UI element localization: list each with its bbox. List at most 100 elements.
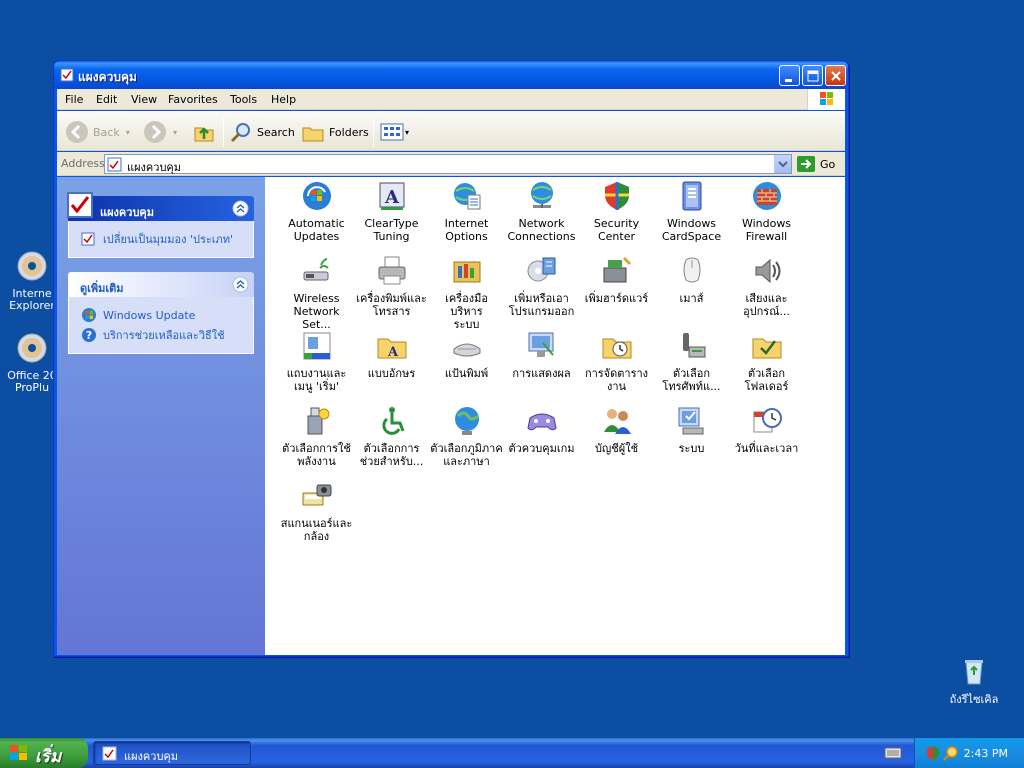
link-label: Windows Update xyxy=(103,308,196,322)
item-label-line2: โทรสาร xyxy=(372,305,411,318)
toolbar-separator xyxy=(223,117,224,147)
start-button[interactable]: เริ่ม xyxy=(0,738,88,768)
desktop-icon-recycle-bin[interactable]: ถังรีไซเคิล xyxy=(934,656,1014,706)
address-value: แผงควบคุม xyxy=(127,161,182,174)
close-button[interactable] xyxy=(825,65,846,86)
title-bar[interactable]: แผงควบคุม xyxy=(54,61,848,89)
control-panel-item-power[interactable]: ตัวเลือกการใช้ พลังงาน xyxy=(279,404,354,468)
item-label-line1: เสียงและ xyxy=(745,292,788,305)
control-panel-item-wireless[interactable]: Wireless Network Set... xyxy=(279,254,354,331)
menu-tools[interactable]: Tools xyxy=(230,93,257,106)
control-panel-item-game-controller[interactable]: ตัวควบคุมเกม xyxy=(504,404,579,455)
switch-category-view-link[interactable]: เปลี่ยนเป็นมุมมอง 'ประเภท' xyxy=(81,229,245,249)
control-panel-item-firewall[interactable]: Windows Firewall xyxy=(729,179,804,243)
control-panel-item-security-center[interactable]: Security Center xyxy=(579,179,654,243)
control-panel-item-cleartype[interactable]: A ClearType Tuning xyxy=(354,179,429,243)
item-label-line2: Connections xyxy=(507,230,576,243)
control-panel-item-date-time[interactable]: วันที่และเวลา xyxy=(729,404,804,455)
panel-header[interactable]: ดูเพิ่มเติม xyxy=(68,272,254,297)
sound-icon xyxy=(755,258,780,284)
back-dropdown-icon[interactable]: ▾ xyxy=(126,128,130,137)
folders-label: Folders xyxy=(329,125,369,139)
address-input[interactable]: แผงควบคุม xyxy=(104,154,792,174)
forward-button[interactable]: ▾ xyxy=(143,119,177,145)
windows-update-icon xyxy=(82,308,96,322)
toolbar: Back ▾ ▾ Search Folders ▾ xyxy=(57,111,845,151)
control-panel-item-cardspace[interactable]: Windows CardSpace xyxy=(654,179,729,243)
item-label-line2: Tuning xyxy=(373,230,410,243)
control-panel-item-fonts[interactable]: A แบบอักษร xyxy=(354,329,429,380)
menu-file[interactable]: File xyxy=(65,93,83,106)
menu-bar: File Edit View Favorites Tools Help xyxy=(57,89,845,110)
scheduled-tasks-icon xyxy=(602,338,631,359)
panel-header[interactable]: แผงควบคุม xyxy=(67,192,254,221)
power-icon xyxy=(307,407,329,435)
taskbar-button-label: แผงควบคุม xyxy=(124,750,179,763)
control-panel-item-scheduled-tasks[interactable]: การจัดตาราง งาน xyxy=(579,329,654,393)
item-label-line1: ตัวเลือก xyxy=(747,367,786,380)
internet-options-icon xyxy=(453,183,480,210)
forward-dropdown-icon[interactable]: ▾ xyxy=(173,128,177,137)
address-dropdown-button[interactable] xyxy=(774,155,791,173)
taskbar-icon xyxy=(303,332,330,360)
keyboard-language-icon[interactable] xyxy=(884,746,902,760)
control-panel-item-sound[interactable]: เสียงและ อุปกรณ์... xyxy=(729,254,804,318)
control-panel-item-folder-options[interactable]: ตัวเลือก โฟลเดอร์ xyxy=(729,329,804,393)
control-panel-item-keyboard[interactable]: แป้นพิมพ์ xyxy=(429,329,504,380)
item-label-line2: Updates xyxy=(293,230,340,243)
go-button[interactable]: Go xyxy=(796,154,835,174)
item-label-line1: ระบบ xyxy=(678,442,705,455)
control-panel-item-regional[interactable]: ตัวเลือกภูมิภาค และภาษา xyxy=(429,404,504,468)
item-label-line1: เพิ่มฮาร์ดแวร์ xyxy=(584,292,649,305)
menu-view[interactable]: View xyxy=(131,93,157,106)
menu-edit[interactable]: Edit xyxy=(96,93,117,106)
menu-favorites[interactable]: Favorites xyxy=(168,93,218,106)
menu-help[interactable]: Help xyxy=(271,93,296,106)
control-panel-item-accessibility[interactable]: ตัวเลือกการ ช่วยสำหรับ... xyxy=(354,404,429,468)
wireless-icon xyxy=(303,258,329,281)
cd-icon xyxy=(17,333,47,363)
taskbar-button-control-panel[interactable]: แผงควบคุม xyxy=(93,741,251,765)
control-panel-item-add-hardware[interactable]: เพิ่มฮาร์ดแวร์ xyxy=(579,254,654,305)
search-icon xyxy=(230,123,250,143)
collapse-icon[interactable] xyxy=(232,276,249,293)
item-label-line1: ตัวเลือกภูมิภาค xyxy=(430,442,503,455)
maximize-button[interactable] xyxy=(802,65,823,86)
item-label-line1: แป้นพิมพ์ xyxy=(444,367,489,380)
help-support-link[interactable]: ? บริการช่วยเหลือและวิธีใช้ xyxy=(81,325,245,345)
control-panel-panel: แผงควบคุม เปลี่ยนเป็นมุมมอง 'ประเภท' xyxy=(67,192,254,258)
control-panel-item-taskbar[interactable]: แถบงานและ เมนู 'เริ่ม' xyxy=(279,329,354,393)
svg-text:A: A xyxy=(386,345,398,360)
back-button[interactable]: Back ▾ xyxy=(65,119,130,145)
item-label-line1: ตัวเลือก xyxy=(672,367,711,380)
item-label-line2: กล้อง xyxy=(303,530,330,543)
control-panel-item-printer[interactable]: เครื่องพิมพ์และ โทรสาร xyxy=(354,254,429,318)
control-panel-item-user-accounts[interactable]: บัญชีผู้ใช้ xyxy=(579,404,654,455)
up-folder-button[interactable] xyxy=(192,119,216,145)
views-button[interactable]: ▾ xyxy=(379,119,409,145)
control-panel-item-display[interactable]: การแสดงผล xyxy=(504,329,579,380)
item-label-line1: สแกนเนอร์และ xyxy=(280,517,353,530)
windows-update-link[interactable]: Windows Update xyxy=(81,305,245,325)
search-tray-icon[interactable] xyxy=(943,745,959,761)
control-panel-item-network-connections[interactable]: Network Connections xyxy=(504,179,579,243)
toolbar-separator xyxy=(373,117,374,147)
control-panel-item-phone-modem[interactable]: ตัวเลือก โทรศัพท์แ... xyxy=(654,329,729,393)
control-panel-item-mouse[interactable]: เมาส์ xyxy=(654,254,729,305)
security-tray-icon[interactable] xyxy=(925,745,941,761)
collapse-icon[interactable] xyxy=(232,200,249,217)
control-panel-item-internet-options[interactable]: Internet Options xyxy=(429,179,504,243)
maximize-icon xyxy=(807,70,819,82)
minimize-button[interactable] xyxy=(779,65,800,86)
control-panel-icon xyxy=(107,157,122,172)
control-panel-item-automatic-updates[interactable]: Automatic Updates xyxy=(279,179,354,243)
control-panel-item-scanner-camera[interactable]: สแกนเนอร์และ กล้อง xyxy=(279,479,354,543)
cleartype-icon: A xyxy=(379,182,404,210)
control-panel-item-admin-tools[interactable]: เครื่องมือบริหาร ระบบ xyxy=(429,254,504,331)
control-panel-item-system[interactable]: ระบบ xyxy=(654,404,729,455)
folders-button[interactable]: Folders xyxy=(301,119,369,145)
control-panel-item-add-remove[interactable]: เพิ่มหรือเอา โปรแกรมออก xyxy=(504,254,579,318)
search-button[interactable]: Search xyxy=(229,119,295,145)
windows-logo xyxy=(807,89,845,110)
item-label-line1: Automatic xyxy=(288,217,345,230)
